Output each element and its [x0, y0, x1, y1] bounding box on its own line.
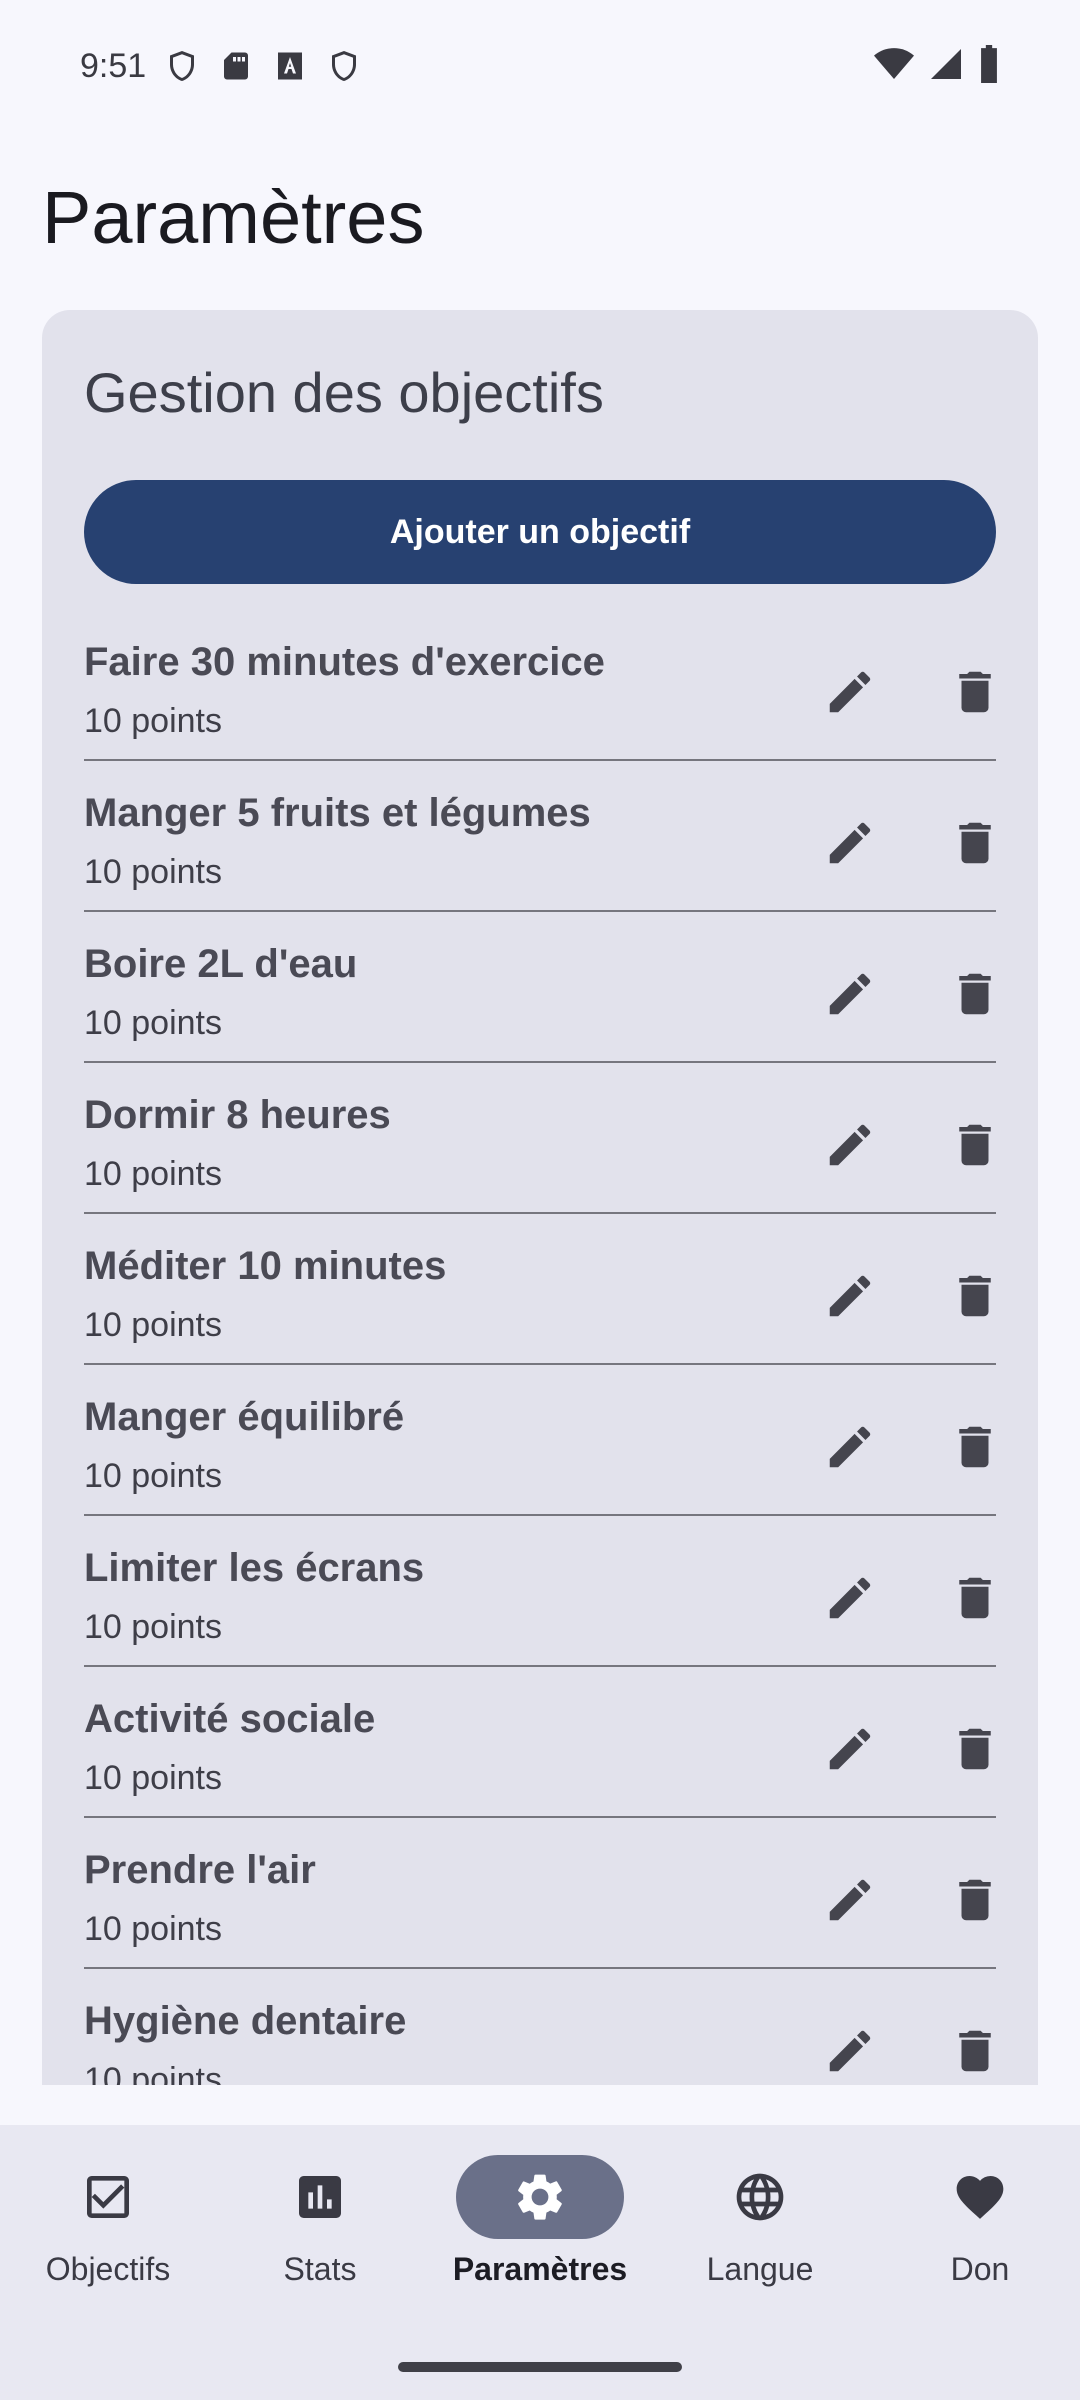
edit-icon[interactable]	[814, 1411, 886, 1483]
goal-points: 10 points	[84, 702, 222, 740]
goal-points: 10 points	[84, 1759, 222, 1797]
goal-points: 10 points	[84, 853, 222, 891]
nav-item-langue[interactable]: Langue	[652, 2155, 868, 2315]
goal-row: Manger 5 fruits et légumes 10 points	[84, 761, 996, 912]
goal-row: Faire 30 minutes d'exercice 10 points	[84, 610, 996, 761]
wifi-icon	[874, 46, 914, 87]
status-time: 9:51	[80, 46, 147, 85]
goal-name: Manger équilibré	[84, 1395, 405, 1439]
goal-name: Limiter les écrans	[84, 1546, 425, 1590]
nav-item-don[interactable]: Don	[872, 2155, 1080, 2315]
goal-points: 10 points	[84, 1004, 222, 1042]
signal-icon	[928, 46, 964, 87]
nav-label: Langue	[706, 2251, 814, 2287]
nav-label: Objectifs	[45, 2251, 171, 2287]
edit-icon[interactable]	[814, 1713, 886, 1785]
delete-icon[interactable]	[939, 2015, 1011, 2085]
goal-points: 10 points	[84, 1457, 222, 1495]
status-right	[874, 44, 1000, 88]
edit-icon[interactable]	[814, 1864, 886, 1936]
bottom-navigation: Objectifs Stats Paramètres Langue Don	[0, 2125, 1080, 2400]
home-indicator[interactable]	[398, 2362, 682, 2372]
battery-icon	[978, 44, 1000, 88]
delete-icon[interactable]	[939, 656, 1011, 728]
delete-icon[interactable]	[939, 958, 1011, 1030]
heart-icon	[896, 2155, 1064, 2239]
bar-chart-icon	[236, 2155, 404, 2239]
font-a-icon	[272, 48, 308, 84]
checkbox-icon	[24, 2155, 192, 2239]
goal-name: Activité sociale	[84, 1697, 376, 1741]
nav-label: Paramètres	[452, 2251, 628, 2287]
edit-icon[interactable]	[814, 1109, 886, 1181]
page-title: Paramètres	[42, 176, 425, 259]
nav-item-stats[interactable]: Stats	[212, 2155, 428, 2315]
goal-row: Dormir 8 heures 10 points	[84, 1063, 996, 1214]
nav-label: Stats	[283, 2251, 357, 2287]
nav-item-objectifs[interactable]: Objectifs	[0, 2155, 216, 2315]
card-title: Gestion des objectifs	[84, 361, 604, 424]
goal-row: Boire 2L d'eau 10 points	[84, 912, 996, 1063]
delete-icon[interactable]	[939, 1562, 1011, 1634]
delete-icon[interactable]	[939, 1109, 1011, 1181]
goal-row: Prendre l'air 10 points	[84, 1818, 996, 1969]
status-left: 9:51	[80, 47, 362, 86]
goal-name: Dormir 8 heures	[84, 1093, 391, 1137]
goal-points: 10 points	[84, 1608, 222, 1646]
goal-name: Manger 5 fruits et légumes	[84, 791, 591, 835]
goal-row: Activité sociale 10 points	[84, 1667, 996, 1818]
goal-row: Méditer 10 minutes 10 points	[84, 1214, 996, 1365]
delete-icon[interactable]	[939, 807, 1011, 879]
edit-icon[interactable]	[814, 807, 886, 879]
goal-points: 10 points	[84, 2061, 222, 2085]
goal-list: Faire 30 minutes d'exercice 10 points Ma…	[84, 610, 996, 2085]
goal-name: Méditer 10 minutes	[84, 1244, 447, 1288]
goal-points: 10 points	[84, 1306, 222, 1344]
goal-row: Limiter les écrans 10 points	[84, 1516, 996, 1667]
goals-management-card: Gestion des objectifs Ajouter un objecti…	[42, 310, 1038, 2085]
edit-icon[interactable]	[814, 656, 886, 728]
goal-points: 10 points	[84, 1910, 222, 1948]
goal-name: Prendre l'air	[84, 1848, 316, 1892]
status-bar: 9:51	[0, 0, 1080, 132]
nav-item-parametres[interactable]: Paramètres	[432, 2155, 648, 2315]
shield-icon	[164, 48, 200, 84]
goal-points: 10 points	[84, 1155, 222, 1193]
goal-row: Manger équilibré 10 points	[84, 1365, 996, 1516]
add-goal-button[interactable]: Ajouter un objectif	[84, 480, 996, 584]
edit-icon[interactable]	[814, 1562, 886, 1634]
delete-icon[interactable]	[939, 1260, 1011, 1332]
delete-icon[interactable]	[939, 1411, 1011, 1483]
edit-icon[interactable]	[814, 2015, 886, 2085]
delete-icon[interactable]	[939, 1713, 1011, 1785]
globe-icon	[676, 2155, 844, 2239]
edit-icon[interactable]	[814, 958, 886, 1030]
nav-label: Don	[950, 2251, 1010, 2287]
goal-name: Hygiène dentaire	[84, 1999, 407, 2043]
gear-icon	[456, 2155, 624, 2239]
sd-card-icon	[218, 48, 254, 84]
shield-icon	[326, 48, 362, 84]
edit-icon[interactable]	[814, 1260, 886, 1332]
goal-name: Boire 2L d'eau	[84, 942, 358, 986]
goal-row: Hygiène dentaire 10 points	[84, 1969, 996, 2085]
goal-name: Faire 30 minutes d'exercice	[84, 640, 605, 684]
delete-icon[interactable]	[939, 1864, 1011, 1936]
